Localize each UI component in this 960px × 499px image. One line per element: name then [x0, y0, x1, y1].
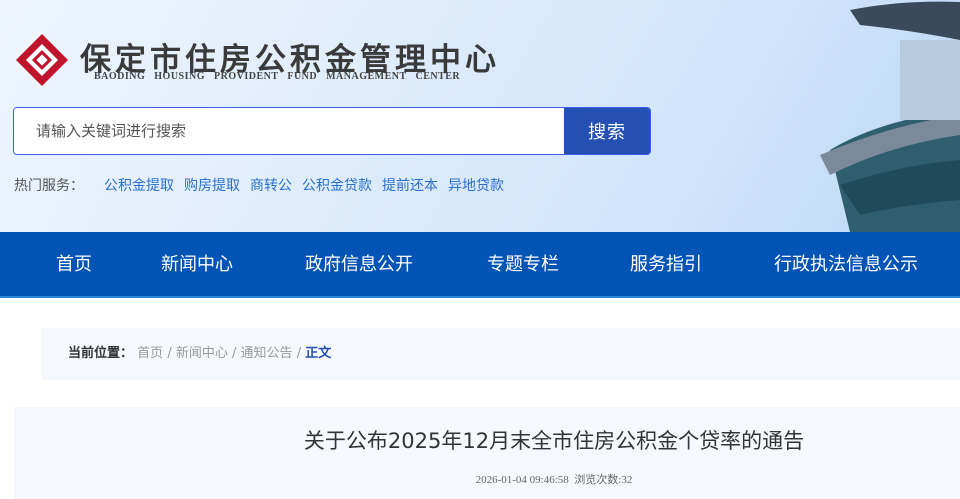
hot-link[interactable]: 购房提取: [184, 175, 240, 195]
site-header: 保定市住房公积金管理中心 BAODING HOUSING PROVIDENT F…: [0, 0, 960, 232]
nav-news[interactable]: 新闻中心: [161, 232, 233, 298]
nav-home[interactable]: 首页: [56, 232, 92, 298]
search-button[interactable]: 搜索: [564, 108, 650, 154]
article-meta: 2026-01-04 09:46:58 浏览次数:32: [14, 471, 960, 487]
article-views: 浏览次数:32: [574, 474, 633, 486]
logo-icon: [16, 34, 68, 86]
breadcrumb-notices[interactable]: 通知公告: [241, 346, 293, 361]
hot-link[interactable]: 提前还本: [382, 175, 438, 195]
nav-topics[interactable]: 专题专栏: [487, 232, 559, 298]
hot-services: 热门服务： 公积金提取 购房提取 商转公 公积金贷款 提前还本 异地贷款: [14, 175, 504, 195]
hot-link[interactable]: 公积金贷款: [302, 175, 372, 195]
search-input[interactable]: [14, 108, 565, 154]
breadcrumb-sep: /: [167, 346, 172, 361]
hot-link[interactable]: 公积金提取: [104, 175, 174, 195]
breadcrumb: 当前位置： 首页 / 新闻中心 / 通知公告 / 正文: [42, 328, 960, 380]
main-nav: 首页 新闻中心 政府信息公开 专题专栏 服务指引 行政执法信息公示: [0, 232, 960, 298]
search-box: 搜索: [13, 107, 651, 155]
article-date: 2026-01-04 09:46:58: [475, 474, 569, 486]
breadcrumb-sep: /: [232, 346, 237, 361]
nav-service-guide[interactable]: 服务指引: [630, 232, 702, 298]
hot-link[interactable]: 异地贷款: [448, 175, 504, 195]
article: 关于公布2025年12月末全市住房公积金个贷率的通告 2026-01-04 09…: [14, 407, 960, 499]
nav-gov-info[interactable]: 政府信息公开: [305, 232, 413, 298]
breadcrumb-label: 当前位置：: [68, 346, 134, 361]
article-title: 关于公布2025年12月末全市住房公积金个贷率的通告: [303, 429, 805, 453]
hot-services-label: 热门服务：: [14, 178, 84, 194]
breadcrumb-sep: /: [296, 346, 302, 361]
hot-link[interactable]: 商转公: [250, 175, 292, 195]
pavilion-roof-image: [820, 1, 960, 232]
breadcrumb-home[interactable]: 首页: [137, 346, 163, 361]
breadcrumb-current: 正文: [305, 346, 332, 361]
breadcrumb-news[interactable]: 新闻中心: [176, 346, 228, 361]
logo-subtitle: BAODING HOUSING PROVIDENT FUND MANAGEMEN…: [94, 71, 461, 82]
nav-enforcement[interactable]: 行政执法信息公示: [774, 232, 918, 298]
